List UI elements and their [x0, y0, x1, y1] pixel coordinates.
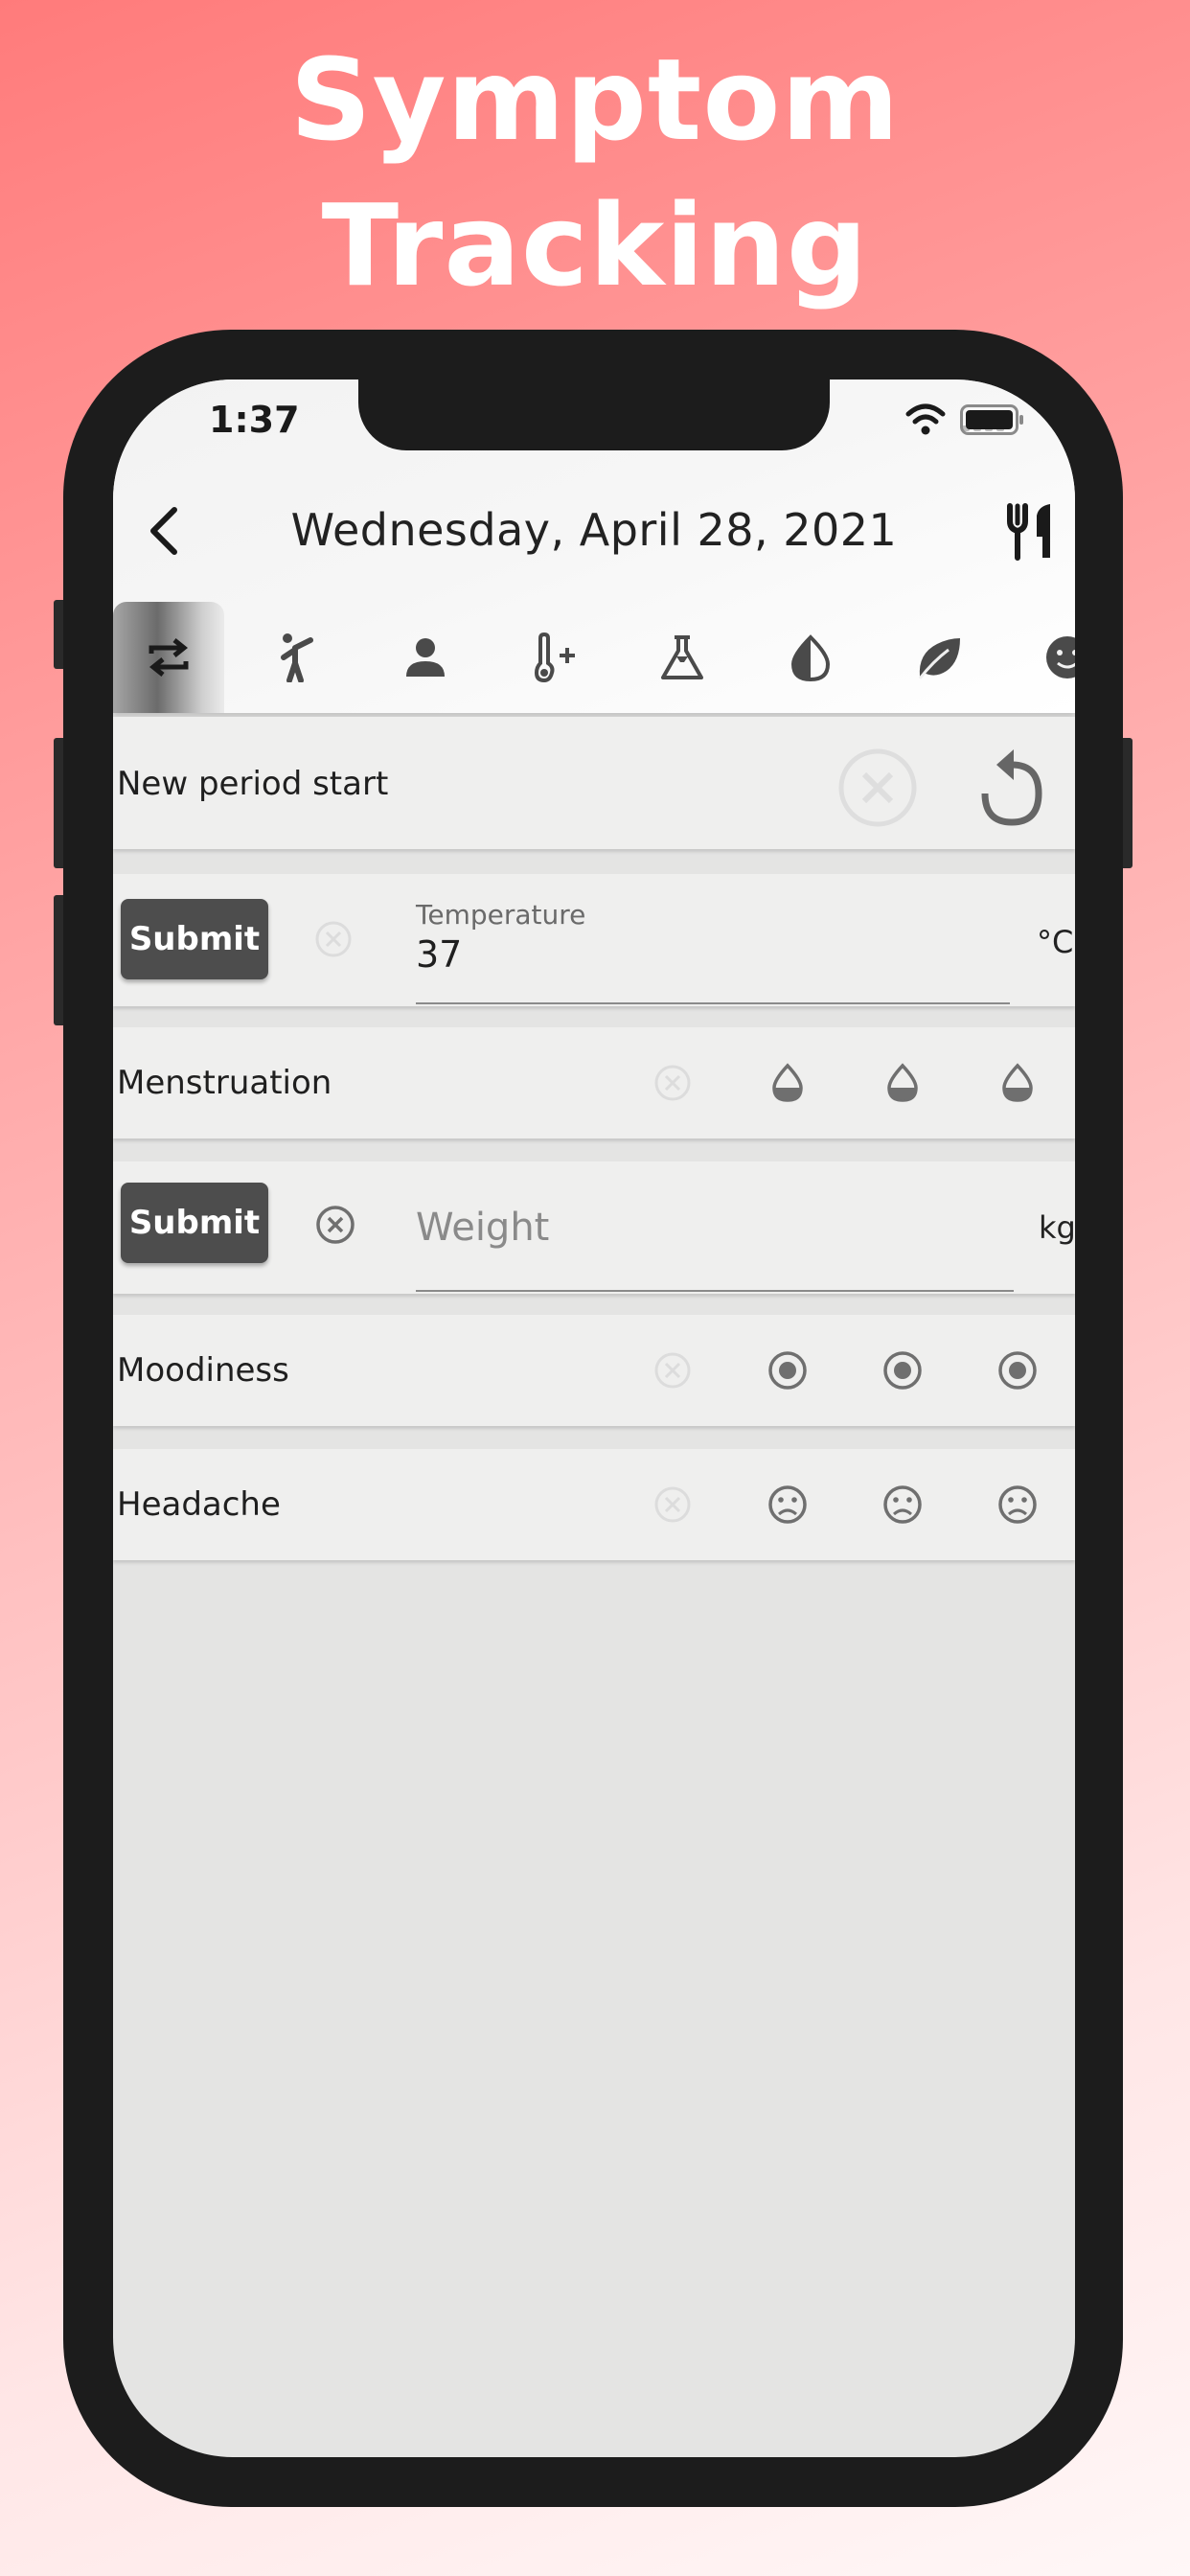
radio-dot-icon [883, 1351, 922, 1390]
period-clear-button[interactable] [837, 748, 918, 828]
status-time: 1:37 [209, 399, 300, 441]
menstruation-row: Menstruation [113, 1027, 1075, 1138]
tab-mood[interactable] [1012, 602, 1075, 713]
date-title: Wednesday, April 28, 2021 [290, 504, 898, 556]
headache-clear-button[interactable] [653, 1485, 692, 1524]
temperature-input[interactable]: 37 [416, 933, 462, 976]
sad-face-icon [883, 1485, 922, 1524]
cancel-circle-icon [654, 1065, 691, 1101]
moodiness-label: Moodiness [117, 1351, 289, 1390]
person-icon [406, 638, 445, 677]
promo-title: Symptom Tracking [0, 27, 1190, 318]
tab-contrast[interactable] [755, 602, 866, 713]
promo-title-line2: Tracking [321, 179, 869, 311]
wifi-icon [905, 403, 946, 435]
cancel-circle-icon [316, 1206, 355, 1244]
headache-level-1[interactable] [767, 1484, 809, 1526]
headache-label: Headache [117, 1485, 281, 1524]
weight-row: Submit Weight kg [113, 1162, 1075, 1294]
menstruation-level-3[interactable] [998, 1062, 1037, 1104]
radio-dot-icon [768, 1351, 807, 1390]
phone-screen: 1:37 Wednesday, April 28, 2021 New perio… [113, 380, 1075, 2457]
temperature-unit: °C [1037, 924, 1074, 960]
temperature-field-label: Temperature [416, 899, 586, 931]
weight-underline [416, 1290, 1014, 1292]
moodiness-level-3[interactable] [996, 1349, 1039, 1392]
tab-leaf[interactable] [883, 602, 995, 713]
thermometer-plus-icon [534, 632, 575, 682]
half-drop-icon [1002, 1063, 1033, 1102]
temperature-clear-button[interactable] [314, 920, 353, 958]
weight-submit-button[interactable]: Submit [121, 1183, 268, 1263]
period-reset-button[interactable] [973, 744, 1050, 828]
flask-icon [661, 635, 703, 679]
cancel-circle-icon [838, 748, 917, 827]
temperature-row: Submit Temperature 37 °C [113, 874, 1075, 1006]
tab-cycle[interactable] [113, 602, 224, 713]
half-drop-icon [772, 1063, 803, 1102]
smiley-icon [1046, 636, 1075, 678]
moodiness-row: Moodiness [113, 1315, 1075, 1426]
moodiness-level-1[interactable] [767, 1349, 809, 1392]
moodiness-clear-button[interactable] [653, 1351, 692, 1390]
headache-level-3[interactable] [996, 1484, 1039, 1526]
notch [358, 380, 830, 450]
weight-clear-button[interactable] [314, 1204, 356, 1246]
menstruation-label: Menstruation [117, 1064, 332, 1102]
sad-face-icon [998, 1485, 1037, 1524]
leaf-icon [918, 638, 960, 679]
cancel-circle-icon [654, 1486, 691, 1523]
period-start-row: New period start [113, 717, 1075, 849]
weight-input[interactable]: Weight [416, 1206, 549, 1250]
contrast-drop-icon [790, 634, 831, 681]
reset-arrow-icon [981, 749, 1042, 826]
cancel-circle-icon [315, 921, 352, 957]
cancel-circle-icon [654, 1352, 691, 1389]
tab-activity[interactable] [241, 602, 353, 713]
menstruation-level-1[interactable] [768, 1062, 807, 1104]
tab-lab[interactable] [627, 602, 738, 713]
moodiness-level-2[interactable] [881, 1349, 924, 1392]
radio-dot-icon [998, 1351, 1037, 1390]
activity-person-icon [281, 633, 313, 682]
tab-person[interactable] [370, 602, 481, 713]
food-button[interactable] [1004, 502, 1058, 562]
half-drop-icon [887, 1063, 918, 1102]
period-start-label: New period start [117, 765, 389, 803]
headache-level-2[interactable] [881, 1484, 924, 1526]
temperature-underline [416, 1002, 1010, 1004]
menstruation-level-2[interactable] [883, 1062, 922, 1104]
menstruation-clear-button[interactable] [653, 1064, 692, 1102]
sad-face-icon [768, 1485, 807, 1524]
cycle-arrows-icon [149, 638, 189, 677]
weight-unit: kg [1039, 1209, 1075, 1246]
fork-knife-icon [1007, 503, 1050, 561]
temperature-submit-button[interactable]: Submit [121, 899, 268, 979]
headache-row: Headache [113, 1449, 1075, 1560]
category-tabs [113, 602, 1075, 713]
tab-temperature[interactable] [498, 602, 609, 713]
title-row: Wednesday, April 28, 2021 [113, 493, 1075, 573]
battery-icon [960, 404, 1023, 435]
promo-title-line1: Symptom [289, 34, 901, 166]
